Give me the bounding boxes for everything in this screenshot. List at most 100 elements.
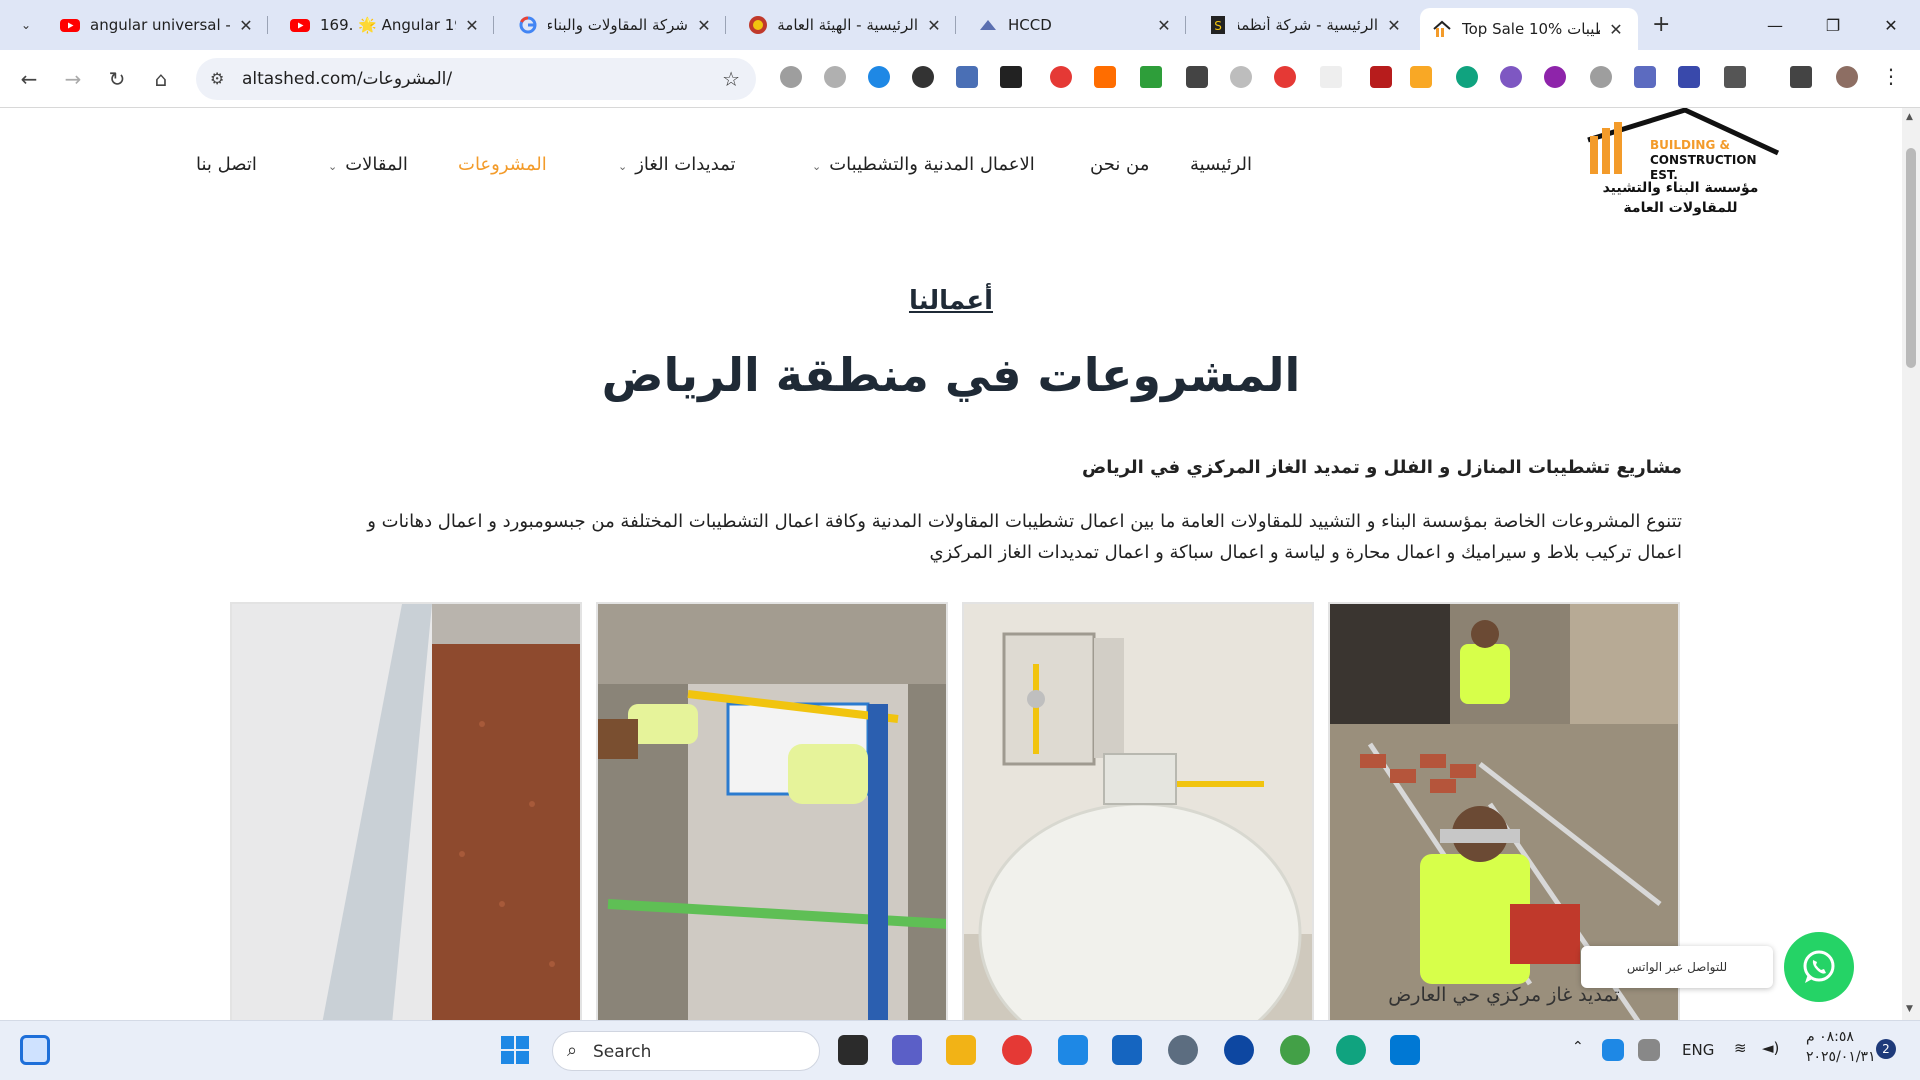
home-icon[interactable]: ⌂ [146,64,176,94]
bookmark-star-icon[interactable]: ☆ [722,67,740,91]
nav-civil-works[interactable]: ⌄ الاعمال المدنية والتشطيبات [812,154,1035,175]
extension-icon[interactable] [1678,66,1700,88]
wifi-icon[interactable]: ≋ [1734,1039,1747,1057]
media-player-icon[interactable] [1224,1035,1254,1065]
tab-angular-universal[interactable]: angular universal - Yo ✕ [48,8,268,42]
browser-menu-icon[interactable]: ⋮ [1880,66,1902,88]
extension-icon[interactable] [1634,66,1656,88]
close-icon[interactable]: ✕ [236,16,256,35]
extension-icon[interactable] [1050,66,1072,88]
scrollbar-thumb[interactable] [1906,148,1916,368]
extension-icon[interactable] [1544,66,1566,88]
extension-icon[interactable] [824,66,846,88]
extension-icon[interactable] [1410,66,1432,88]
nav-projects[interactable]: المشروعات [458,154,547,175]
extension-icon[interactable] [868,66,890,88]
extension-icon[interactable] [1500,66,1522,88]
tab-angular-19[interactable]: 169. 🌟 Angular 19 S ✕ [278,8,494,42]
close-icon[interactable]: ✕ [462,16,482,35]
minimize-button[interactable]: — [1752,8,1798,42]
close-window-button[interactable]: ✕ [1868,8,1914,42]
page-scrollbar[interactable]: ▲ ▼ [1902,108,1920,1020]
downloads-icon[interactable] [1790,66,1812,88]
outlook-icon[interactable] [1390,1035,1420,1065]
close-icon[interactable]: ✕ [1384,16,1404,35]
ublock-icon[interactable] [1370,66,1392,88]
extension-icon[interactable] [780,66,802,88]
extension-icon[interactable] [912,66,934,88]
close-icon[interactable]: ✕ [694,16,714,35]
whatsapp-tooltip[interactable]: للتواصل عبر الواتس [1581,946,1773,988]
tab-title: شركة المقاولات والبناء [548,16,688,34]
language-indicator[interactable]: ENG [1682,1041,1714,1059]
chevron-up-icon[interactable]: ⌃ [1572,1039,1584,1055]
nav-about[interactable]: من نحن [1090,154,1149,175]
chatgpt-icon[interactable] [1456,66,1478,88]
youtube-icon [60,15,80,35]
windows-start-icon[interactable] [500,1035,530,1065]
nav-home[interactable]: الرئيسية [1190,154,1252,175]
download-arrow-icon[interactable] [1140,66,1162,88]
whatsapp-button[interactable] [1784,932,1854,1002]
chatgpt-app-icon[interactable] [1336,1035,1366,1065]
authority-icon [748,15,768,35]
search-label: Search [593,1042,652,1062]
profile-avatar[interactable] [1836,66,1858,88]
new-tab-button[interactable]: + [1652,12,1670,37]
project-photo-plumbing-measurement[interactable] [596,602,948,1020]
tab-hccd[interactable]: HCCD ✕ [966,8,1186,42]
chrome-profile-icon[interactable] [1280,1035,1310,1065]
task-view-icon[interactable] [838,1035,868,1065]
soundcloud-icon[interactable] [1094,66,1116,88]
settings-gear-icon[interactable] [1168,1035,1198,1065]
vscode-icon[interactable] [1058,1035,1088,1065]
restore-button[interactable]: ❐ [1810,8,1856,42]
music-icon[interactable] [1590,66,1612,88]
tab-altashed-active[interactable]: Top Sale 10% تشطيبات ✕ [1420,8,1638,50]
tab-company[interactable]: S الرئيسية - شركة أنظمة ✕ [1196,8,1416,42]
adblock-icon[interactable] [1274,66,1296,88]
site-info-icon[interactable]: ⚙ [210,69,224,88]
qr-code-icon[interactable] [1000,66,1022,88]
address-bar[interactable]: ⚙ altashed.com/المشروعات/ ☆ [196,58,756,100]
teams-meet-icon[interactable] [892,1035,922,1065]
browser-tab-strip: ⌄ angular universal - Yo ✕ 169. 🌟 Angula… [0,0,1920,50]
taskbar-search[interactable]: ⌕ Search [552,1031,820,1071]
forward-button[interactable]: → [58,64,88,94]
search-icon: ⌕ [567,1040,578,1061]
project-photo-gas-tank[interactable] [962,602,1314,1020]
nav-contact[interactable]: اتصل بنا [196,154,257,175]
extensions-puzzle-icon[interactable] [1724,66,1746,88]
close-icon[interactable]: ✕ [1154,16,1174,35]
close-icon[interactable]: ✕ [924,16,944,35]
extension-icon[interactable] [1320,66,1342,88]
extension-icon[interactable] [956,66,978,88]
volume-icon[interactable]: ◄) [1762,1039,1779,1057]
url-text[interactable]: altashed.com/المشروعات/ [242,69,452,89]
project-photo-tiling-landscape[interactable] [230,602,582,1020]
widgets-icon[interactable] [20,1035,50,1065]
onedrive-icon[interactable] [1602,1039,1624,1061]
tab-search-button[interactable]: ⌄ [12,12,40,38]
close-icon[interactable]: ✕ [1606,20,1626,39]
keyboard-icon[interactable] [1638,1039,1660,1061]
clock-date[interactable]: ٢٠٢٥/٠١/٣١ [1806,1049,1876,1065]
scroll-up-icon[interactable]: ▲ [1906,112,1913,122]
file-explorer-icon[interactable] [946,1035,976,1065]
chrome-icon[interactable] [1002,1035,1032,1065]
extension-icon[interactable] [1186,66,1208,88]
back-button[interactable]: ← [14,64,44,94]
page-title: المشروعات في منطقة الرياض [601,348,1301,402]
nav-gas-installations[interactable]: ⌄ تمديدات الغاز [618,154,736,175]
hccd-icon [978,15,998,35]
nav-articles[interactable]: ⌄ المقالات [328,154,408,175]
notification-badge[interactable]: 2 [1876,1039,1896,1059]
reload-button[interactable]: ↻ [102,64,132,94]
powershell-icon[interactable] [1112,1035,1142,1065]
site-logo[interactable]: BUILDING & CONSTRUCTION EST. مؤسسة البنا… [1580,108,1780,220]
tab-authority[interactable]: الرئيسية - الهيئة العامة ✕ [736,8,956,42]
scroll-down-icon[interactable]: ▼ [1906,1004,1913,1014]
extension-icon[interactable] [1230,66,1252,88]
clock-time[interactable]: ٠٨:٥٨ م [1806,1029,1854,1045]
tab-google-search[interactable]: شركة المقاولات والبناء ✕ [506,8,726,42]
